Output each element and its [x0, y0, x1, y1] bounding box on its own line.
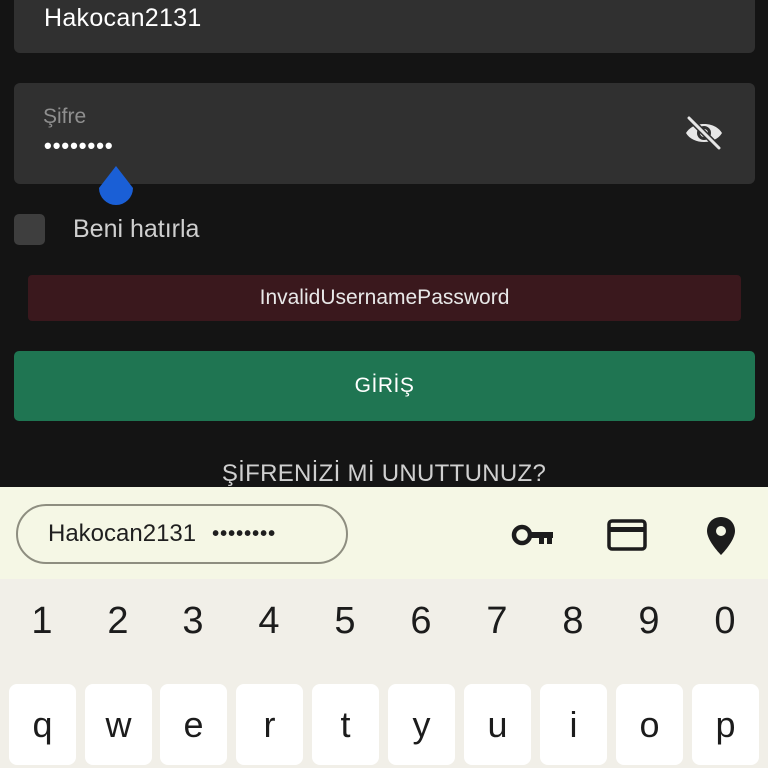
- error-banner: InvalidUsernamePassword: [28, 275, 741, 321]
- remember-me-label: Beni hatırla: [73, 214, 200, 243]
- key-icon[interactable]: [511, 515, 555, 560]
- key-q[interactable]: q: [9, 684, 76, 765]
- key-1[interactable]: 1: [17, 600, 67, 643]
- forgot-password-link[interactable]: ŞİFRENİZİ Mİ UNUTTUNUZ?: [0, 460, 768, 488]
- key-r[interactable]: r: [236, 684, 303, 765]
- key-e[interactable]: e: [160, 684, 227, 765]
- suggestion-password: ••••••••: [212, 522, 277, 545]
- visibility-off-icon[interactable]: [683, 115, 725, 151]
- password-value: ••••••••: [44, 133, 114, 158]
- key-6[interactable]: 6: [396, 600, 446, 643]
- letter-row: q w e r t y u i o p: [0, 684, 768, 765]
- username-value: Hakocan2131: [44, 4, 202, 32]
- key-i[interactable]: i: [540, 684, 607, 765]
- key-9[interactable]: 9: [624, 600, 674, 643]
- key-y[interactable]: y: [388, 684, 455, 765]
- key-u[interactable]: u: [464, 684, 531, 765]
- number-row: 1 2 3 4 5 6 7 8 9 0: [0, 600, 768, 652]
- credit-card-icon[interactable]: [606, 515, 648, 560]
- key-t[interactable]: t: [312, 684, 379, 765]
- password-label: Şifre: [43, 105, 87, 128]
- suggestion-username: Hakocan2131: [48, 520, 197, 547]
- remember-me-checkbox[interactable]: [14, 213, 45, 245]
- key-0[interactable]: 0: [700, 600, 750, 643]
- key-4[interactable]: 4: [244, 600, 294, 643]
- key-7[interactable]: 7: [472, 600, 522, 643]
- autofill-suggestion-bar: Hakocan2131 ••••••••: [0, 487, 768, 579]
- key-5[interactable]: 5: [320, 600, 370, 643]
- text-cursor-handle[interactable]: [96, 166, 136, 212]
- key-8[interactable]: 8: [548, 600, 598, 643]
- key-p[interactable]: p: [692, 684, 759, 765]
- error-message: InvalidUsernamePassword: [259, 286, 510, 309]
- login-button[interactable]: GİRİŞ: [14, 351, 755, 421]
- location-pin-icon[interactable]: [703, 515, 739, 562]
- remember-me[interactable]: Beni hatırla: [14, 213, 199, 245]
- key-w[interactable]: w: [85, 684, 152, 765]
- username-field[interactable]: Hakocan2131: [14, 0, 755, 53]
- key-3[interactable]: 3: [168, 600, 218, 643]
- key-o[interactable]: o: [616, 684, 683, 765]
- login-button-label: GİRİŞ: [354, 374, 415, 397]
- key-2[interactable]: 2: [93, 600, 143, 643]
- keyboard: Hakocan2131 •••••••• 1 2 3 4 5 6 7 8 9 0…: [0, 487, 768, 768]
- credential-suggestion-chip[interactable]: Hakocan2131 ••••••••: [16, 504, 348, 564]
